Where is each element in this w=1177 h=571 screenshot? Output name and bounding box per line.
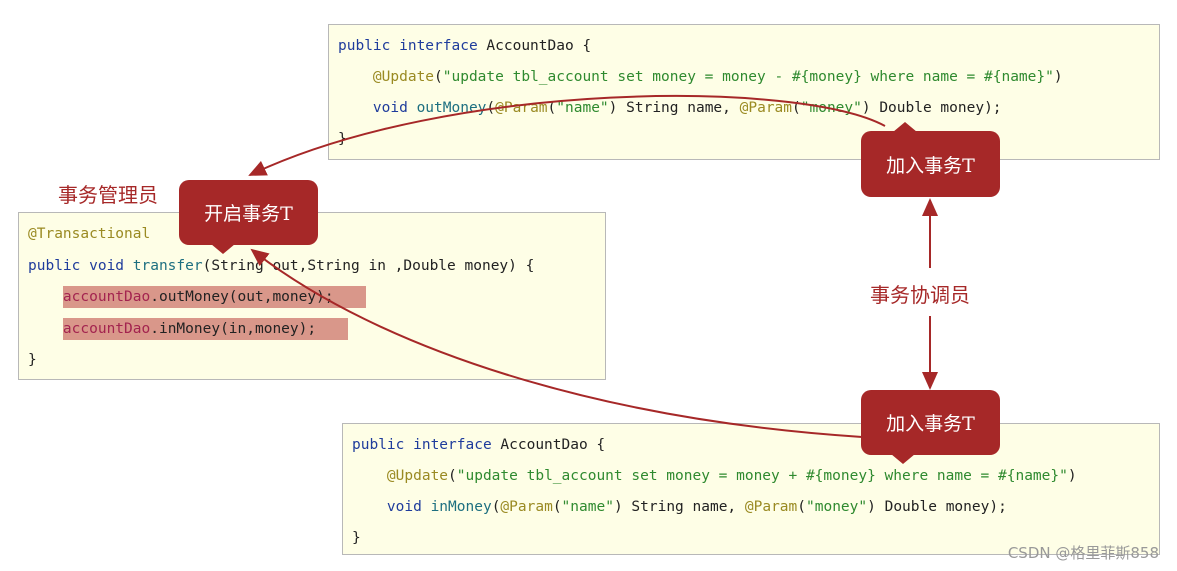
code-line: @Update("update tbl_account set money = … — [338, 69, 1063, 85]
code-token: outMoney — [416, 100, 487, 116]
code-token: ( — [448, 468, 457, 484]
code-token: public interface — [352, 437, 501, 453]
code-line: void outMoney(@Param("name") String name… — [338, 100, 1002, 116]
code-token: .outMoney(out,money); — [150, 286, 366, 308]
code-token: "money" — [806, 499, 868, 515]
code-token: ( — [486, 100, 496, 116]
code-token: accountDao — [62, 317, 151, 340]
code-token: "name" — [561, 499, 614, 515]
code-token: @Param — [500, 499, 553, 515]
code-token: @Param — [495, 100, 548, 116]
code-token: ( — [547, 100, 557, 116]
code-token: @Param — [739, 100, 793, 116]
join-transaction-bottom-callout: 加入事务T — [861, 390, 1000, 464]
code-token: ) Double money); — [861, 100, 1002, 116]
code-token: ( — [797, 499, 807, 515]
code-line: } — [338, 131, 347, 147]
code-token: ( — [792, 100, 801, 116]
code-token: ) Double money); — [867, 499, 1007, 515]
transaction-coordinator-label: 事务协调员 — [870, 283, 970, 307]
code-token: } — [28, 352, 37, 368]
code-line: public void transfer(String out,String i… — [28, 258, 534, 274]
code-token: ( — [434, 69, 443, 85]
code-token: public void — [28, 257, 133, 274]
code-token: ) — [1053, 69, 1063, 85]
start-transaction-text: 开启事务T — [204, 203, 293, 225]
code-token: ) String name, — [608, 100, 740, 116]
code-token: inMoney — [430, 499, 492, 515]
code-token: public interface — [338, 38, 487, 54]
code-token: ) — [1067, 468, 1077, 484]
code-token: AccountDao { — [486, 38, 592, 54]
code-token: accountDao — [62, 286, 151, 308]
code-token: @Update — [372, 69, 435, 85]
code-token: ( — [552, 499, 562, 515]
code-token: "update tbl_account set money = money - … — [442, 69, 1054, 85]
code-line: public interface AccountDao { — [352, 437, 605, 453]
join-transaction-top-text: 加入事务T — [886, 154, 975, 177]
code-token: } — [352, 530, 361, 546]
code-token: "update tbl_account set money = money + … — [456, 468, 1068, 484]
join-transaction-bottom-text: 加入事务T — [886, 413, 975, 435]
code-token: .inMoney(in,money); — [150, 317, 349, 340]
code-line: accountDao.outMoney(out,money); — [28, 286, 366, 308]
code-line: @Update("update tbl_account set money = … — [352, 468, 1077, 484]
code-token: @Param — [744, 499, 798, 515]
watermark: CSDN @格里菲斯858 — [1007, 544, 1159, 562]
join-transaction-top-callout: 加入事务T — [861, 122, 1000, 197]
code-token: AccountDao { — [500, 437, 606, 453]
code-line: } — [352, 530, 361, 546]
code-token: ) String name, — [613, 499, 745, 515]
code-line: public interface AccountDao { — [338, 38, 591, 54]
account-dao-in-code: public interface AccountDao { @Update("u… — [342, 423, 1160, 555]
start-transaction-callout: 开启事务T — [179, 180, 318, 254]
code-line: @Transactional — [28, 226, 150, 242]
code-token: transfer — [132, 257, 203, 274]
code-line: accountDao.inMoney(in,money); — [28, 317, 349, 340]
code-token: } — [338, 131, 347, 147]
code-token: "money" — [800, 100, 862, 116]
code-token: void — [386, 499, 431, 515]
code-token: "name" — [556, 100, 609, 116]
code-token: (String out,String in ,Double money) { — [202, 257, 535, 274]
code-token: @Transactional — [28, 226, 151, 242]
code-token: void — [372, 100, 417, 116]
code-line: void inMoney(@Param("name") String name,… — [352, 499, 1007, 515]
code-line: } — [28, 352, 37, 368]
transaction-manager-label: 事务管理员 — [58, 183, 158, 207]
account-dao-out-code: public interface AccountDao { @Update("u… — [328, 24, 1160, 160]
code-token: @Update — [386, 468, 449, 484]
